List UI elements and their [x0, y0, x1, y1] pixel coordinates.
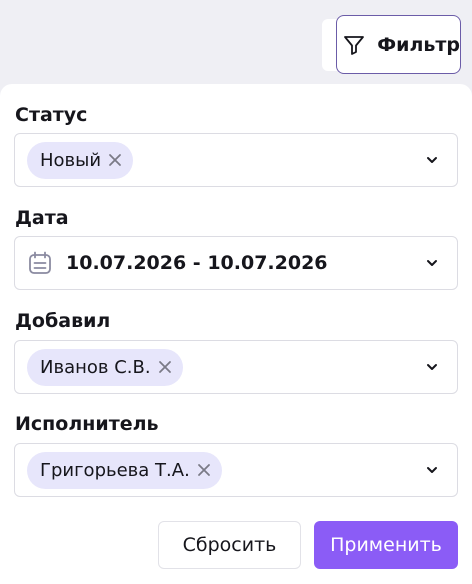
- filter-button[interactable]: Фильтр: [336, 15, 461, 74]
- added-by-select[interactable]: Иванов С.В.: [14, 340, 458, 394]
- status-label: Статус: [15, 104, 88, 126]
- close-icon[interactable]: [196, 462, 212, 478]
- chevron-down-icon[interactable]: [425, 463, 439, 477]
- assignee-select[interactable]: Григорьева Т.А.: [14, 443, 458, 497]
- top-bar: Фильтр: [0, 0, 472, 84]
- added-by-chip-text: Иванов С.В.: [40, 356, 151, 378]
- assignee-chip-text: Григорьева Т.А.: [40, 459, 190, 481]
- chevron-down-icon[interactable]: [425, 360, 439, 374]
- assignee-chip: Григорьева Т.А.: [27, 451, 222, 489]
- calendar-icon: [27, 250, 53, 276]
- close-icon[interactable]: [107, 152, 123, 168]
- chevron-down-icon[interactable]: [425, 153, 439, 167]
- filter-funnel-icon: [342, 32, 366, 58]
- added-by-chip: Иванов С.В.: [27, 348, 183, 386]
- reset-button[interactable]: Сбросить: [158, 521, 301, 569]
- date-range-select[interactable]: 10.07.2026 - 10.07.2026: [14, 236, 458, 290]
- assignee-label: Исполнитель: [15, 413, 159, 435]
- added-by-label: Добавил: [15, 310, 111, 332]
- status-chip: Новый: [27, 141, 134, 179]
- date-range-value: 10.07.2026 - 10.07.2026: [66, 252, 328, 274]
- apply-button[interactable]: Применить: [314, 521, 458, 569]
- close-icon[interactable]: [157, 359, 173, 375]
- date-label: Дата: [15, 207, 69, 229]
- chevron-down-icon[interactable]: [425, 256, 439, 270]
- filter-button-label: Фильтр: [377, 33, 460, 56]
- status-select[interactable]: Новый: [14, 133, 458, 187]
- status-chip-text: Новый: [40, 149, 102, 171]
- filter-panel: Статус Новый Дата 10.07.2026 - 10.07.202…: [0, 84, 472, 584]
